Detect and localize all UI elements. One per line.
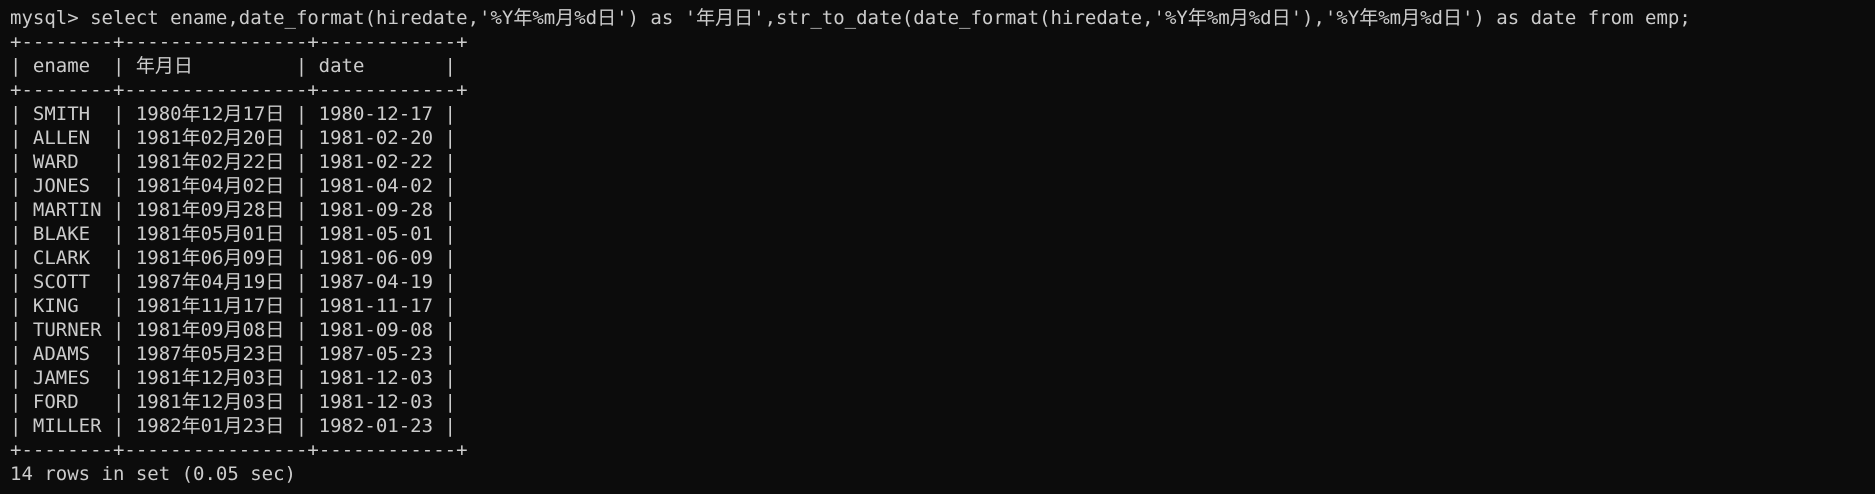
terminal-window[interactable]: mysql> select ename,date_format(hiredate… (0, 0, 1875, 494)
table-row: | CLARK | 1981年06月09日 | 1981-06-09 | (10, 247, 456, 269)
table-row: | SCOTT | 1987年04月19日 | 1987-04-19 | (10, 271, 456, 293)
table-header: | ename | 年月日 | date | (10, 55, 456, 77)
mysql-prompt: mysql> (10, 7, 91, 29)
table-row: | KING | 1981年11月17日 | 1981-11-17 | (10, 295, 456, 317)
table-border-top: +--------+----------------+------------+ (10, 31, 468, 53)
table-row: | ALLEN | 1981年02月20日 | 1981-02-20 | (10, 127, 456, 149)
table-row: | JONES | 1981年04月02日 | 1981-04-02 | (10, 175, 456, 197)
table-row: | JAMES | 1981年12月03日 | 1981-12-03 | (10, 367, 456, 389)
table-row: | MARTIN | 1981年09月28日 | 1981-09-28 | (10, 199, 456, 221)
table-border-mid: +--------+----------------+------------+ (10, 79, 468, 101)
sql-command: select ename,date_format(hiredate,'%Y年%m… (90, 7, 1691, 29)
table-row: | WARD | 1981年02月22日 | 1981-02-22 | (10, 151, 456, 173)
table-row: | FORD | 1981年12月03日 | 1981-12-03 | (10, 391, 456, 413)
result-summary: 14 rows in set (0.05 sec) (10, 463, 296, 485)
table-row: | BLAKE | 1981年05月01日 | 1981-05-01 | (10, 223, 456, 245)
command-line: mysql> select ename,date_format(hiredate… (10, 6, 1875, 30)
table-row: | SMITH | 1980年12月17日 | 1980-12-17 | (10, 103, 456, 125)
table-row: | MILLER | 1982年01月23日 | 1982-01-23 | (10, 415, 456, 437)
table-row: | TURNER | 1981年09月08日 | 1981-09-08 | (10, 319, 456, 341)
table-row: | ADAMS | 1987年05月23日 | 1987-05-23 | (10, 343, 456, 365)
table-border-bottom: +--------+----------------+------------+ (10, 439, 468, 461)
